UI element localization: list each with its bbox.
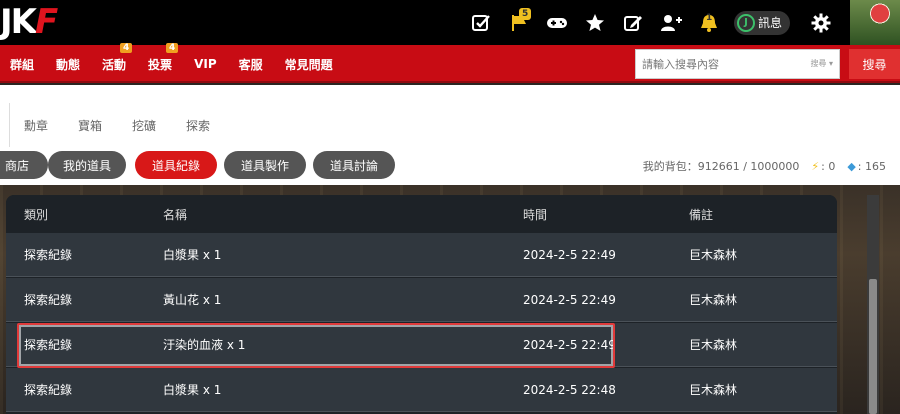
header-time: 時間 [523,207,548,222]
cell-name: 汙染的血液 x 1 [163,338,246,352]
main-nav: 群組 動態 活動 4 投票 4 VIP 客服 常見問題 搜尋 ▾ 搜尋 [0,42,900,83]
tab-frame [0,103,10,147]
messages-button[interactable]: J 訊息 [733,10,790,35]
gear-icon[interactable] [802,0,840,45]
bag-value: 912661 / 1000000 [697,159,800,173]
nav-item-label: VIP [194,57,217,71]
tab-area: 勳章 寶箱 挖礦 探索 [0,85,900,147]
cell-category: 探索紀錄 [24,293,73,307]
table-row: 探索紀錄 黃山花 x 1 2024-2-5 22:49 巨木森林 [6,278,837,322]
logo-f: F [35,2,58,42]
cell-time: 2024-2-5 22:49 [523,337,616,352]
cell-time: 2024-2-5 22:48 [523,382,616,397]
search-input[interactable] [642,55,792,73]
edit-icon[interactable] [614,0,652,45]
nav-item-label: 群組 [10,57,35,72]
search-scope-select[interactable]: 搜尋 ▾ [810,58,833,69]
bell-icon[interactable]: 1 [690,0,728,45]
nav-item-vip[interactable]: VIP [194,57,217,71]
bolt-icon: ⚡ [811,159,820,173]
cell-category: 探索紀錄 [24,383,73,397]
cell-category: 探索紀錄 [24,338,73,352]
header-category: 類別 [24,207,49,222]
nav-item-events[interactable]: 活動 4 [102,42,133,73]
table-row: 探索紀錄 白漿果 x 1 2024-2-5 22:48 巨木森林 [6,368,837,412]
add-user-icon[interactable] [652,0,690,45]
table-row: 探索紀錄 白漿果 x 1 2024-2-5 22:49 巨木森林 [6,233,837,277]
search-box: 搜尋 ▾ [635,49,840,79]
site-logo[interactable]: JK F [0,2,58,42]
message-badge: J [736,13,755,32]
tab-medals[interactable]: 勳章 [24,117,48,134]
scrollbar-thumb[interactable] [869,279,877,414]
gamepad-icon[interactable] [538,0,576,45]
header-note: 備註 [689,207,714,222]
nav-item-label: 活動 [102,57,127,72]
cell-name: 白漿果 x 1 [163,248,222,262]
cell-note: 巨木森林 [689,338,738,352]
item-discussion-button[interactable]: 道具討論 [313,151,395,179]
nav-item-label: 客服 [238,57,263,72]
table-header: 類別 名稱 時間 備註 [6,195,837,233]
shop-button[interactable]: 商店 [0,151,48,179]
nav-badge: 4 [120,42,133,53]
table-row: 探索紀錄 汙染的血液 x 1 2024-2-5 22:49 巨木森林 [6,323,837,367]
header-name: 名稱 [163,207,188,222]
nav-item-faq[interactable]: 常見問題 [285,56,333,73]
nav-badge: 4 [166,42,179,53]
cell-note: 巨木森林 [689,293,738,307]
nav-item-label: 動態 [56,57,81,72]
cube-icon: ◆ [847,159,856,173]
nav-item-label: 常見問題 [284,57,333,72]
cell-time: 2024-2-5 22:49 [523,292,616,307]
bag-stats: 我的背包： 912661 / 1000000 ⚡ : 0 ◆ : 165 [643,158,886,174]
bolt-value: : 0 [821,159,836,173]
check-square-icon[interactable] [462,0,500,45]
bag-label: 我的背包： [642,160,698,173]
cell-category: 探索紀錄 [24,248,73,262]
nav-item-support[interactable]: 客服 [239,56,263,73]
star-icon[interactable] [576,0,614,45]
flag-icon[interactable]: 5 [500,0,538,45]
cell-note: 巨木森林 [689,248,738,262]
tab-mining[interactable]: 挖礦 [132,117,156,134]
my-items-button[interactable]: 我的道具 [48,151,126,179]
item-crafting-button[interactable]: 道具製作 [224,151,306,179]
nav-items: 群組 動態 活動 4 投票 4 VIP 客服 常見問題 [10,42,355,83]
tab-treasure[interactable]: 寶箱 [78,117,102,134]
cell-note: 巨木森林 [689,383,738,397]
cell-name: 白漿果 x 1 [163,383,222,397]
nav-item-groups[interactable]: 群組 [10,56,34,73]
flag-badge: 5 [518,8,532,20]
bell-badge: 1 [705,13,713,23]
scrollbar[interactable] [867,195,879,414]
logo-text: JK [0,2,37,42]
avatar[interactable] [850,0,900,45]
nav-item-label: 投票 [148,57,173,72]
item-records-button[interactable]: 道具紀錄 [135,151,217,179]
cell-time: 2024-2-5 22:49 [523,247,616,262]
cube-value: : 165 [857,159,886,173]
cell-name: 黃山花 x 1 [163,293,222,307]
records-table: 類別 名稱 時間 備註 探索紀錄 白漿果 x 1 2024-2-5 22:49 … [6,195,837,414]
tab-explore[interactable]: 探索 [186,117,210,134]
nav-item-vote[interactable]: 投票 4 [148,42,179,73]
tabs: 勳章 寶箱 挖礦 探索 [24,117,240,134]
search-button[interactable]: 搜尋 [849,49,900,79]
top-icons: 5 1 J 訊息 [462,0,840,45]
nav-item-feed[interactable]: 動態 [56,56,80,73]
item-subnav: 商店 我的道具 道具紀錄 道具製作 道具討論 我的背包： 912661 / 10… [0,147,900,185]
message-label: 訊息 [757,16,782,30]
top-bar: JK F 5 1 J 訊息 [0,0,900,45]
